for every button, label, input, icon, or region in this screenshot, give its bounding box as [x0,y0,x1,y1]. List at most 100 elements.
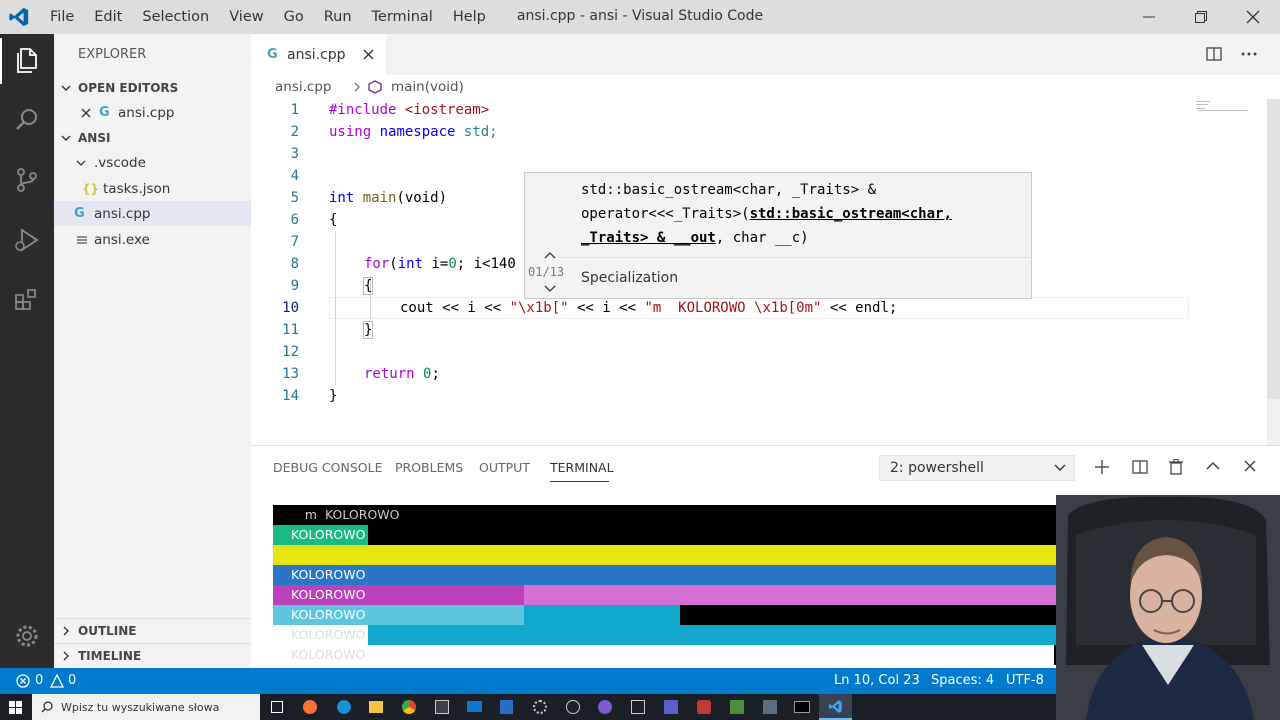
taskbar-search-placeholder: Wpisz tu wyszukiwane słowa [61,700,220,714]
notepad-icon[interactable] [500,700,513,714]
tree-item-ansi-exe[interactable]: ansi.exe [54,227,251,252]
line-number: 12 [282,344,299,360]
vscode-taskbar-item[interactable] [819,694,852,720]
tab-problems[interactable]: PROBLEMS [395,460,463,475]
split-terminal-icon[interactable] [1132,459,1148,475]
menu-view[interactable]: View [219,9,273,25]
restore-button[interactable] [1178,0,1224,34]
chevron-up-icon[interactable] [1206,461,1220,471]
settings-app-icon[interactable] [533,700,547,714]
menu-help[interactable]: Help [443,9,496,25]
terminal-colored-text: KOLOROWO [273,605,524,625]
tree-item-tasks-json[interactable]: {} tasks.json [54,176,251,201]
scrollbar-thumb[interactable] [1267,99,1280,399]
open-editors-section[interactable]: OPEN EDITORS [54,75,251,100]
title-bar: File Edit Selection View Go Run Terminal… [0,0,1280,34]
breadcrumb-symbol[interactable]: main(void) [391,79,464,95]
cursor-position[interactable]: Ln 10, Col 23 [834,673,920,688]
menu-run[interactable]: Run [314,9,362,25]
run-debug-button[interactable] [0,214,54,266]
taskbar-search[interactable]: Wpisz tu wyszukiwane słowa [32,694,260,720]
menu-go[interactable]: Go [274,9,314,25]
file-explorer-icon[interactable] [369,701,383,713]
vertical-scrollbar[interactable] [1267,99,1280,445]
code-token: cout << i << [400,300,510,316]
firefox-icon[interactable] [303,700,317,714]
close-icon[interactable] [1244,460,1256,472]
app-icon[interactable] [566,700,580,714]
close-icon[interactable] [363,49,374,60]
error-count[interactable]: 0 [35,673,43,688]
timeline-section[interactable]: TIMELINE [54,643,251,668]
menu-terminal[interactable]: Terminal [362,9,443,25]
code-token: using [329,124,372,140]
manage-button[interactable] [0,610,54,662]
chrome-icon[interactable] [402,700,416,714]
minimize-button[interactable] [1126,0,1172,34]
terminal-select[interactable]: 2: powershell [879,455,1075,481]
minimap-line [1196,101,1210,102]
minimize-icon [1143,16,1155,18]
tab-output[interactable]: OUTPUT [479,460,530,475]
search-icon [41,701,53,713]
obs-icon[interactable] [598,700,612,714]
app-icon[interactable] [631,700,645,714]
menu-selection[interactable]: Selection [132,9,219,25]
source-control-button[interactable] [0,154,54,206]
tab-debug-console[interactable]: DEBUG CONSOLE [273,460,382,475]
windows-start-icon[interactable] [9,701,22,714]
explorer-button[interactable] [0,34,54,86]
extensions-button[interactable] [0,274,54,326]
chevron-down-icon[interactable] [544,285,556,293]
menu-file[interactable]: File [40,9,84,25]
code-token: ; i<140 [456,256,516,272]
search-button[interactable] [0,94,54,146]
trash-icon[interactable] [1169,459,1183,475]
chevron-up-icon[interactable] [544,251,556,259]
store-icon[interactable] [435,700,449,714]
code-token: int [397,256,424,272]
tree-item-ansi-cpp[interactable]: G ansi.cpp [54,201,251,226]
tab-terminal[interactable]: TERMINAL [550,460,614,475]
tree-item-vscode[interactable]: .vscode [54,150,251,175]
chevron-right-icon [63,651,69,661]
split-editor-icon[interactable] [1206,46,1222,62]
teams-icon[interactable] [664,700,678,714]
app-icon[interactable] [730,700,744,714]
terminal-row-fill [368,625,1060,645]
line-number: 7 [290,234,299,250]
terminal-app-icon[interactable] [794,701,810,713]
mail-icon[interactable] [467,701,482,712]
indent-guide [335,231,336,385]
close-window-button[interactable] [1230,0,1276,34]
task-view-icon[interactable] [271,701,283,713]
chevron-right-icon [63,626,69,636]
open-editor-filename: ansi.cpp [118,104,175,121]
breadcrumb-file[interactable]: ansi.cpp [275,79,331,95]
new-terminal-icon[interactable] [1094,459,1110,475]
line-number: 5 [290,190,299,206]
code-token: int [329,190,355,206]
folder-ansi-section[interactable]: ANSI [54,125,251,150]
minimap-line [1198,110,1248,111]
terminal-row-fill [524,585,1063,605]
app-icon[interactable] [763,700,777,714]
close-icon[interactable] [81,108,91,118]
indentation[interactable]: Spaces: 4 [931,673,994,688]
outline-section[interactable]: OUTLINE [54,618,251,643]
terminal-line: m KOLOROWO [293,507,400,522]
terminal-colored-text: KOLOROWO [273,525,368,545]
breadcrumb: ansi.cpp main(void) [251,75,1280,99]
terminal-output[interactable]: m KOLOROWO KOLOROWO KOLOROWO KOLOROWO KOLOR… [273,505,1063,665]
menu-edit[interactable]: Edit [84,9,132,25]
more-actions-icon[interactable] [1241,52,1257,56]
warning-count[interactable]: 0 [68,673,76,688]
open-editor-item[interactable]: G ansi.cpp [54,100,251,125]
tab-ansi-cpp[interactable]: G ansi.cpp [251,34,386,75]
edge-icon[interactable] [337,700,351,714]
minimap[interactable] [1196,99,1271,119]
encoding[interactable]: UTF-8 [1006,673,1044,688]
line-number: 10 [282,300,299,316]
webcam-person-image [1056,495,1280,720]
app-icon[interactable] [697,700,711,714]
